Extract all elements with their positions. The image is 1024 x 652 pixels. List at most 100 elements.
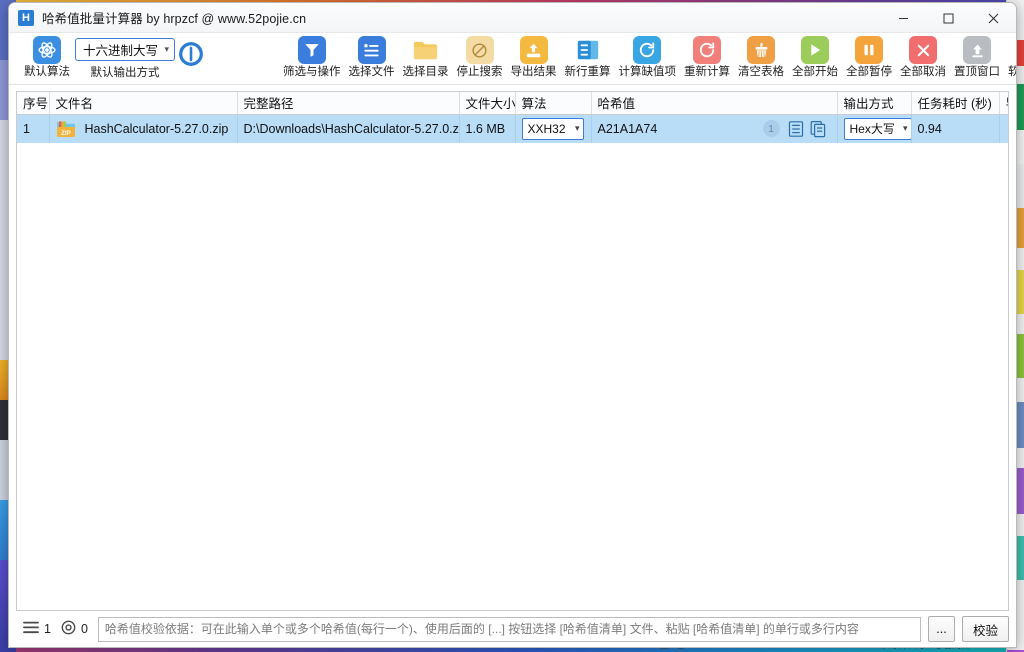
toolbar-pause-all[interactable]: 全部暂停 xyxy=(842,33,896,85)
stop-icon xyxy=(465,36,494,64)
toolbar-recalculate-label: 重新计算 xyxy=(684,66,730,78)
recalc-icon xyxy=(693,36,721,64)
target-count-value: 0 xyxy=(80,622,88,636)
col-header-hashvalue[interactable]: 哈希值 xyxy=(591,92,838,115)
chevron-down-icon: ▾ xyxy=(574,123,580,134)
cell-hashvalue: A21A1A74 1 xyxy=(591,114,838,143)
cell-elapsed: 0.94 xyxy=(911,114,1000,143)
cell-filename-text: HashCalculator-5.27.0.zip xyxy=(84,121,229,136)
col-header-elapsed[interactable]: 任务耗时 (秒) xyxy=(911,92,1000,115)
cell-export[interactable] xyxy=(999,114,1008,143)
verify-button[interactable]: 校验 xyxy=(962,616,1009,642)
toolbar-default-output-mode[interactable]: 十六进制大写 ▾ 默认输出方式 xyxy=(75,33,175,85)
cell-outputmode[interactable]: Hex大写 ▾ xyxy=(837,114,912,143)
col-header-index[interactable]: 序号 xyxy=(17,92,50,115)
toolbar-actions: 筛选与操作 选择文件 选择目录 停止搜索 导出结果 新行重算 计算缺值项 重新计… xyxy=(279,33,1016,85)
toolbar-export-results[interactable]: 导出结果 xyxy=(507,33,561,85)
output-mode-select[interactable]: 十六进制大写 ▾ xyxy=(75,38,175,61)
target-circle-icon xyxy=(61,620,76,638)
cell-index: 1 xyxy=(17,114,50,143)
col-header-algorithm[interactable]: 算法 xyxy=(515,92,592,115)
col-header-outputmode[interactable]: 输出方式 xyxy=(837,92,912,115)
output-mode-cell-value: Hex大写 xyxy=(849,122,895,137)
col-header-fullpath[interactable]: 完整路径 xyxy=(237,92,460,115)
table-empty-area xyxy=(17,143,1008,610)
toolbar-cancel-all[interactable]: 全部取消 xyxy=(896,33,950,85)
table-header-row: 序号 文件名 完整路径 文件大小 算法 哈希值 输出方式 任务耗时 (秒) 导出… xyxy=(17,92,1008,115)
toolbar-pin-window[interactable]: 置顶窗口 xyxy=(950,33,1004,85)
table-row[interactable]: 1 ZIP HashCalculator-5.27.0.zip D:\Downl… xyxy=(17,114,1008,143)
toolbar-clear-table-label: 清空表格 xyxy=(738,66,784,78)
toolbar-output-mode-label: 默认输出方式 xyxy=(90,67,160,79)
window-controls xyxy=(881,3,1016,33)
output-mode-value: 十六进制大写 xyxy=(83,44,159,58)
toolbar-start-all[interactable]: 全部开始 xyxy=(788,33,842,85)
toolbar-start-all-label: 全部开始 xyxy=(792,66,838,78)
maximize-button[interactable] xyxy=(926,3,971,33)
cell-filename: ZIP HashCalculator-5.27.0.zip xyxy=(49,114,238,143)
status-bar: 1 0 ... 校验 xyxy=(9,611,1016,647)
toolbar-select-folder[interactable]: 选择目录 xyxy=(399,33,453,85)
toolbar-settings[interactable]: 软件设置 xyxy=(1004,33,1016,85)
toolbar-settings-label: 软件设置 xyxy=(1008,65,1016,79)
copy-hash-icon[interactable] xyxy=(809,120,827,138)
window-title: 哈希值批量计算器 by hrpzcf @ www.52pojie.cn xyxy=(42,12,307,26)
toolbar-filter-and-actions[interactable]: 筛选与操作 xyxy=(279,33,345,85)
toolbar-calc-missing-label: 计算缺值项 xyxy=(618,66,677,78)
title-bar[interactable]: H 哈希值批量计算器 by hrpzcf @ www.52pojie.cn xyxy=(9,3,1016,33)
hash-details-icon[interactable] xyxy=(787,120,805,138)
broom-icon xyxy=(747,36,775,64)
output-mode-cell-select[interactable]: Hex大写 ▾ xyxy=(843,117,910,140)
algorithm-select[interactable]: XXH32 ▾ xyxy=(521,117,584,140)
toolbar-select-folder-label: 选择目录 xyxy=(402,66,449,78)
toolbar-new-row-label: 新行重算 xyxy=(564,66,611,78)
cell-fullpath: D:\Downloads\HashCalculator-5.27.0.zip xyxy=(237,114,460,143)
toolbar-calc-missing[interactable]: 计算缺值项 xyxy=(615,33,681,85)
folder-icon xyxy=(412,36,440,64)
list-lines-icon xyxy=(23,621,39,637)
new-row-icon xyxy=(574,36,602,64)
browse-hashlist-button[interactable]: ... xyxy=(928,616,955,642)
hash-value-text: A21A1A74 xyxy=(597,121,658,136)
chevron-down-icon: ▾ xyxy=(902,123,908,134)
toolbar-cancel-all-label: 全部取消 xyxy=(900,66,946,78)
algorithm-value: XXH32 xyxy=(527,121,566,136)
results-table: 序号 文件名 完整路径 文件大小 算法 哈希值 输出方式 任务耗时 (秒) 导出… xyxy=(16,91,1009,611)
toolbar-new-row-recalc[interactable]: 新行重算 xyxy=(561,33,615,85)
toolbar-stop-search[interactable]: 停止搜索 xyxy=(453,33,507,85)
refresh-icon xyxy=(633,36,662,64)
toolbar-sync[interactable] xyxy=(175,33,207,85)
toolbar-select-files-label: 选择文件 xyxy=(348,66,395,78)
toolbar-default-algorithm-label: 默认算法 xyxy=(24,66,70,78)
main-toolbar: 默认算法 十六进制大写 ▾ 默认输出方式 筛选与操作 选择文件 选择目录 停止搜… xyxy=(9,33,1016,85)
file-list-icon xyxy=(357,36,386,64)
toolbar-clear-table[interactable]: 清空表格 xyxy=(734,33,788,85)
hash-count-badge: 1 xyxy=(762,120,780,138)
col-header-filesize[interactable]: 文件大小 xyxy=(459,92,516,115)
export-up-icon xyxy=(519,36,548,64)
toolbar-pin-window-label: 置顶窗口 xyxy=(954,66,1000,78)
rows-count-status: 1 xyxy=(23,621,51,637)
col-header-filename[interactable]: 文件名 xyxy=(49,92,238,115)
target-count-status: 0 xyxy=(61,620,88,638)
close-x-icon xyxy=(909,36,937,64)
toolbar-select-files[interactable]: 选择文件 xyxy=(345,33,399,85)
toolbar-pause-all-label: 全部暂停 xyxy=(846,66,892,78)
zip-file-icon: ZIP xyxy=(56,120,76,138)
toolbar-filter-label: 筛选与操作 xyxy=(283,66,341,78)
results-table-element: 序号 文件名 完整路径 文件大小 算法 哈希值 输出方式 任务耗时 (秒) 导出… xyxy=(17,92,1008,143)
toolbar-recalculate[interactable]: 重新计算 xyxy=(680,33,734,85)
toolbar-default-algorithm[interactable]: 默认算法 xyxy=(21,33,73,85)
cell-algorithm[interactable]: XXH32 ▾ xyxy=(515,114,592,143)
col-header-export[interactable]: 导出 xyxy=(999,92,1008,115)
hash-verify-input[interactable] xyxy=(97,616,921,642)
app-logo-icon: H xyxy=(18,9,34,26)
sync-circle-icon[interactable] xyxy=(175,39,207,69)
minimize-button[interactable] xyxy=(881,3,926,33)
hash-calculator-window: H 哈希值批量计算器 by hrpzcf @ www.52pojie.cn 默认… xyxy=(8,2,1017,648)
toolbar-stop-search-label: 停止搜索 xyxy=(456,66,503,78)
chevron-down-icon: ▾ xyxy=(164,44,169,54)
pause-icon xyxy=(855,36,883,64)
close-button[interactable] xyxy=(971,3,1016,33)
play-icon xyxy=(801,36,829,64)
